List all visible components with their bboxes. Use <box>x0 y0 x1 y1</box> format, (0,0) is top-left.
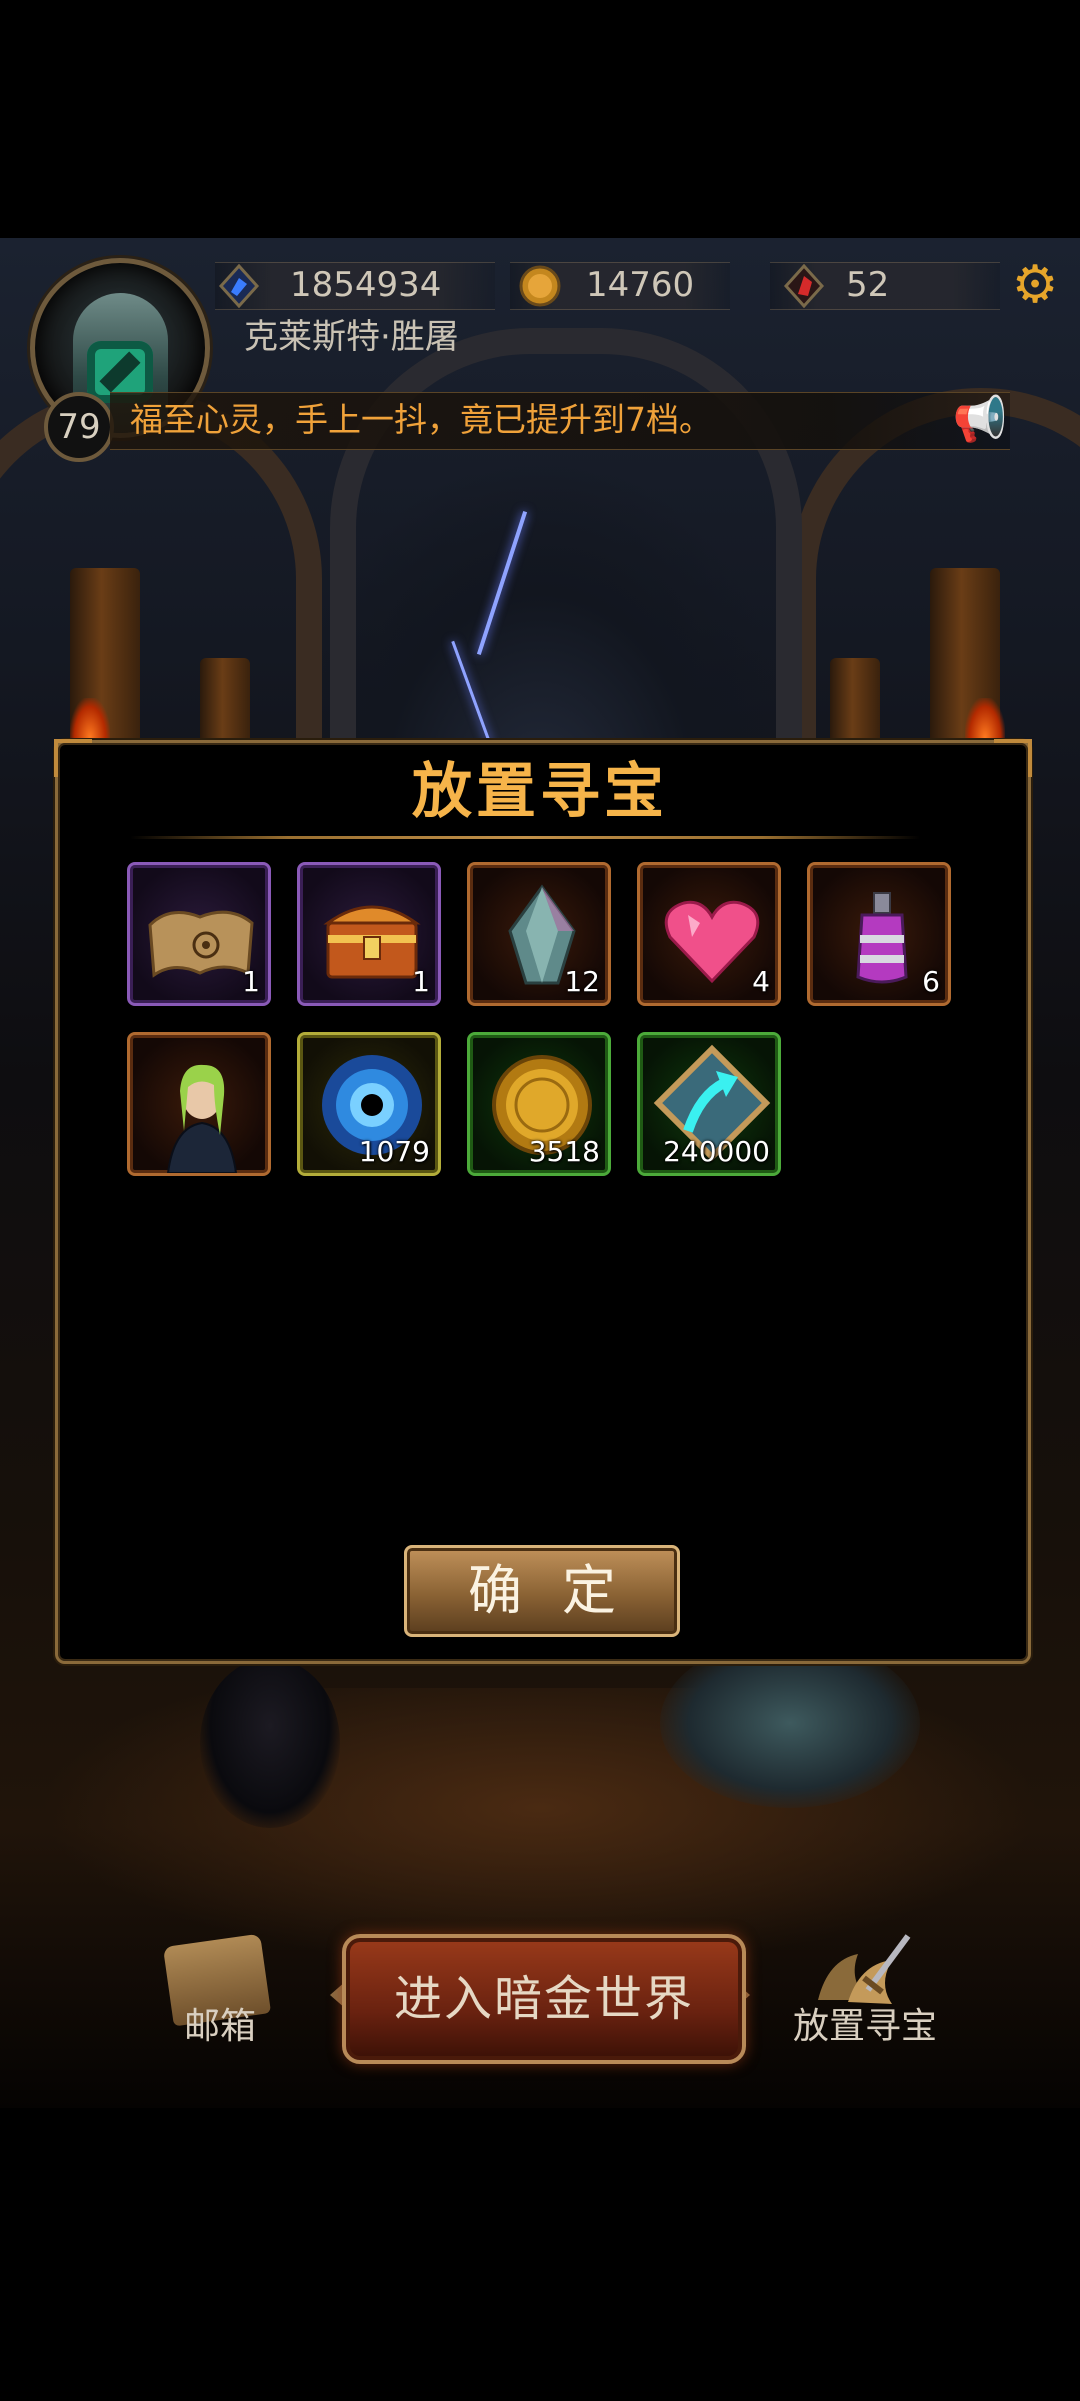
mailbox-label[interactable]: 邮箱 <box>160 2002 280 2052</box>
reward-slot-experience[interactable]: 240000 <box>637 1032 781 1176</box>
item-count: 6 <box>922 965 940 998</box>
player-name: 克莱斯特·胜屠 <box>244 317 459 357</box>
title-divider <box>130 836 920 839</box>
item-count: 3518 <box>528 1135 600 1168</box>
player-level-badge: 79 <box>44 392 114 462</box>
gear-icon[interactable]: ⚙ <box>1008 258 1062 312</box>
reward-slot-pink-heart-gem[interactable]: 4 <box>637 862 781 1006</box>
megaphone-icon[interactable]: 📢 <box>952 392 1008 448</box>
gold-coin-icon <box>516 262 564 310</box>
item-count: 1 <box>412 965 430 998</box>
red-gem-icon <box>780 262 828 310</box>
reward-slot-blue-portal-orb[interactable]: 1079 <box>297 1032 441 1176</box>
enter-dark-gold-world-button[interactable]: 进入暗金世界 <box>342 1934 746 2064</box>
idle-treasure-icon[interactable] <box>808 1930 918 2010</box>
reward-slot-gold-coin[interactable]: 3518 <box>467 1032 611 1176</box>
idle-treasure-label[interactable]: 放置寻宝 <box>780 2002 950 2052</box>
hero-portrait-icon <box>166 1064 238 1173</box>
reward-slot-treasure-map[interactable]: 1 <box>127 862 271 1006</box>
reward-slot-treasure-chest[interactable]: 1 <box>297 862 441 1006</box>
reward-slot-crystal-shard[interactable]: 12 <box>467 862 611 1006</box>
gold-amount: 14760 <box>586 265 695 305</box>
blue-crystal-icon <box>215 262 263 310</box>
confirm-button[interactable]: 确定 <box>404 1545 680 1637</box>
crystal-amount: 1854934 <box>290 265 442 305</box>
item-count: 1079 <box>358 1135 430 1168</box>
gem-amount: 52 <box>846 265 890 305</box>
dark-knight-figure <box>200 1658 340 1828</box>
item-count: 4 <box>752 965 770 998</box>
reward-slot-purple-potion[interactable]: 6 <box>807 862 951 1006</box>
item-count: 1 <box>242 965 260 998</box>
dialog-title: 放置寻宝 <box>412 757 668 827</box>
item-count: 12 <box>564 965 600 998</box>
announcement-text: 福至心灵，手上一抖，竟已提升到7档。 <box>130 400 712 439</box>
game-screen: 79 1854934 14760 52 ⚙ 克莱斯特·胜屠 福至心灵，手上一抖，… <box>0 0 1080 2401</box>
reward-slot-hero-portrait[interactable] <box>127 1032 271 1176</box>
item-count: 240000 <box>663 1135 770 1168</box>
